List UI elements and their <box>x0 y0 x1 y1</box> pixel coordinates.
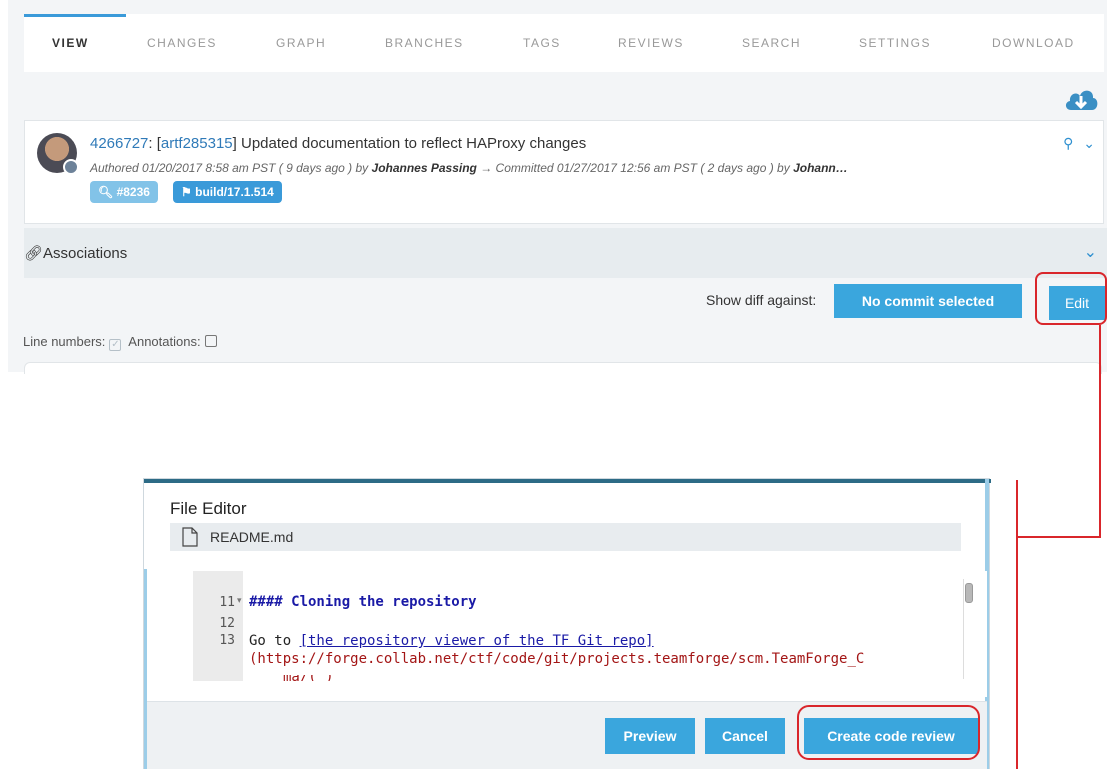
map-marker-icon[interactable]: ⚲ <box>1063 135 1073 151</box>
file-icon <box>182 527 198 547</box>
commit-card: 4266727: [artf285315] Updated documentat… <box>24 120 1104 224</box>
code-line: Go to [the repository viewer of the TF G… <box>249 633 654 649</box>
code-line: (https://forge.collab.net/ctf/code/git/p… <box>249 651 865 667</box>
tag-name: build/17.1.514 <box>195 185 274 199</box>
tab-settings[interactable]: SETTINGS <box>859 36 931 50</box>
modal-top-border <box>144 479 991 483</box>
code-overflow: ma/( ) <box>243 675 963 681</box>
associations-header: 🔗︎Associations <box>24 244 127 262</box>
edit-highlight-box <box>1035 272 1107 325</box>
connector-line <box>1016 480 1018 769</box>
code-line: #### Cloning the repository <box>249 594 477 610</box>
code-overflow-text: ma/( ) <box>283 675 334 681</box>
committed-text: → Committed 01/27/2017 12:56 am PST ( 2 … <box>476 161 794 175</box>
file-name: README.md <box>210 529 294 545</box>
chevron-down-icon[interactable]: ⌄ <box>1083 135 1095 151</box>
active-tab-indicator <box>24 14 126 17</box>
avatar-badge <box>63 159 79 175</box>
cloud-download-icon[interactable] <box>1063 84 1099 114</box>
tab-bar: VIEW CHANGES GRAPH BRANCHES TAGS REVIEWS… <box>24 14 1104 72</box>
tag-icon: ⚑ <box>181 185 192 199</box>
author-name: Johannes Passing <box>371 161 477 175</box>
tab-view[interactable]: VIEW <box>52 36 89 50</box>
file-tab[interactable]: README.md <box>170 523 961 551</box>
annotations-checkbox[interactable] <box>204 335 217 347</box>
link-icon: 🔗︎ <box>24 245 44 262</box>
review-badge[interactable]: 🔍︎ #8236 <box>90 181 158 203</box>
view-options: Line numbers: ✓ Annotations: <box>23 334 221 351</box>
associations-label: Associations <box>43 245 128 262</box>
diff-toolbar: Show diff against: No commit selected Ed… <box>8 280 1107 330</box>
connector-line <box>1016 536 1101 538</box>
tag-badge[interactable]: ⚑ build/17.1.514 <box>173 181 282 203</box>
associations-panel[interactable]: 🔗︎Associations ⌄ <box>24 228 1107 278</box>
line-number: 13 <box>219 633 235 648</box>
artifact-link[interactable]: artf285315 <box>161 135 233 152</box>
tab-changes[interactable]: CHANGES <box>147 36 217 50</box>
commit-meta: Authored 01/20/2017 8:58 am PST ( 9 days… <box>90 161 848 175</box>
annotations-label: Annotations: <box>128 334 201 349</box>
line-number: 11 <box>219 595 235 610</box>
tab-tags[interactable]: TAGS <box>523 36 561 50</box>
search-icon: 🔍︎ <box>98 185 114 199</box>
cancel-button[interactable]: Cancel <box>705 718 785 754</box>
tab-graph[interactable]: GRAPH <box>276 36 326 50</box>
commit-message: ] Updated documentation to reflect HAPro… <box>232 135 587 152</box>
preview-button[interactable]: Preview <box>605 718 695 754</box>
commit-hash-link[interactable]: 4266727 <box>90 135 148 152</box>
code-text: Go to <box>249 633 300 649</box>
review-number: #8236 <box>116 185 150 199</box>
modal-title: File Editor <box>170 499 247 518</box>
line-numbers-checkbox[interactable]: ✓ <box>109 339 122 351</box>
commit-actions: ⚲ ⌄ <box>1063 135 1095 152</box>
authored-text: Authored 01/20/2017 8:58 am PST ( 9 days… <box>90 161 372 175</box>
code-editor[interactable]: 11 ▾ 12 13 #### Cloning the repository G… <box>151 571 987 697</box>
fold-arrow-icon[interactable]: ▾ <box>237 595 242 606</box>
code-panel <box>24 362 1102 374</box>
show-diff-label: Show diff against: <box>706 292 817 308</box>
create-review-highlight-box <box>797 705 980 760</box>
line-number: 12 <box>219 616 235 631</box>
diff-commit-select[interactable]: No commit selected <box>834 284 1022 318</box>
tab-download[interactable]: DOWNLOAD <box>992 36 1075 50</box>
repository-viewer: VIEW CHANGES GRAPH BRANCHES TAGS REVIEWS… <box>8 0 1107 374</box>
chevron-down-icon[interactable]: ⌄ <box>1084 242 1097 262</box>
committer-name: Johann… <box>793 161 848 175</box>
tab-reviews[interactable]: REVIEWS <box>618 36 684 50</box>
line-numbers-label: Line numbers: <box>23 334 106 349</box>
tab-search[interactable]: SEARCH <box>742 36 801 50</box>
connector-line <box>1099 325 1101 537</box>
code-link-text: [the repository viewer of the TF Git rep… <box>299 633 654 649</box>
tab-branches[interactable]: BRANCHES <box>385 36 464 50</box>
commit-title: 4266727: [artf285315] Updated documentat… <box>90 135 587 152</box>
scrollbar-thumb[interactable] <box>965 583 973 603</box>
